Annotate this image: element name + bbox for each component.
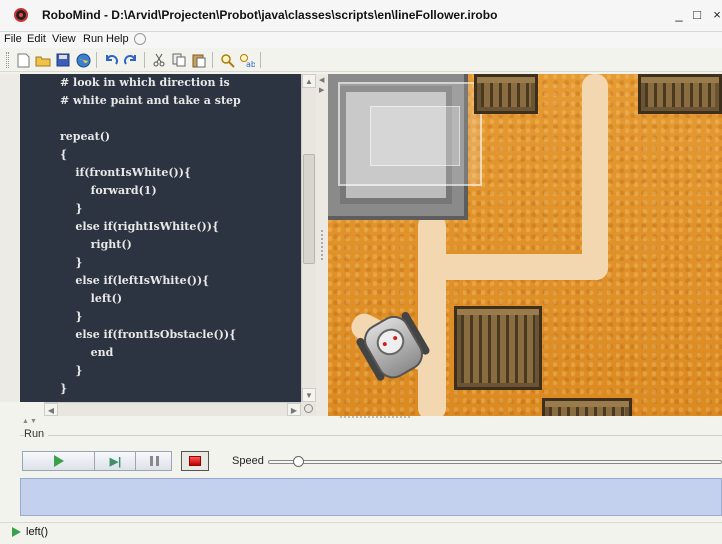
run-group-border xyxy=(20,435,722,436)
new-file-icon[interactable] xyxy=(14,51,32,69)
toolbar-separator xyxy=(212,52,213,68)
speed-slider[interactable] xyxy=(268,460,722,464)
step-button[interactable]: ▶| xyxy=(96,452,136,470)
play-icon xyxy=(53,455,64,467)
speed-label: Speed xyxy=(232,455,264,467)
run-panel-title: Run xyxy=(24,428,49,440)
code-line: { xyxy=(60,148,68,161)
wooden-crate xyxy=(542,398,632,416)
white-path xyxy=(418,254,608,280)
white-path xyxy=(582,74,608,280)
title-bar: RoboMind - D:\Arvid\Projecten\Probot\jav… xyxy=(0,0,722,32)
menu-bar: File Edit View Run Help xyxy=(0,32,722,48)
toolbar-separator xyxy=(144,52,145,68)
toolbar: ab xyxy=(0,48,722,72)
robomind-window: RoboMind - D:\Arvid\Projecten\Probot\jav… xyxy=(0,0,722,544)
menu-help[interactable]: Help xyxy=(106,33,129,45)
step-forward-icon: ▶| xyxy=(109,455,122,468)
scroll-thumb[interactable] xyxy=(303,154,315,264)
save-icon[interactable] xyxy=(54,51,72,69)
window-title: RoboMind - D:\Arvid\Projecten\Probot\jav… xyxy=(42,8,498,22)
robomind-logo-icon xyxy=(14,8,28,22)
code-line: else if(leftIsWhite()){ xyxy=(60,274,210,287)
undo-icon[interactable] xyxy=(102,51,120,69)
code-line: if(frontIsWhite()){ xyxy=(60,166,192,179)
splitter-grip xyxy=(321,230,323,260)
replace-icon[interactable]: ab xyxy=(238,51,256,69)
menu-run[interactable]: Run xyxy=(83,33,103,45)
wooden-crate xyxy=(454,306,542,390)
status-text: left() xyxy=(26,526,48,538)
open-folder-icon[interactable] xyxy=(34,51,52,69)
editor-zoom-icon[interactable] xyxy=(301,402,316,416)
close-button[interactable]: × xyxy=(708,6,722,24)
pause-icon xyxy=(149,456,159,466)
panel-divider[interactable]: ▲ ▼ xyxy=(20,418,722,426)
code-line: # white paint and take a step xyxy=(60,94,241,107)
scroll-right-arrow-icon[interactable]: ▶ xyxy=(287,403,301,416)
wooden-crate xyxy=(638,74,722,114)
code-line: right() xyxy=(60,238,132,251)
editor-vertical-scrollbar[interactable]: ▲ ▼ xyxy=(301,74,316,402)
wooden-crate xyxy=(474,74,538,114)
code-line: repeat() xyxy=(60,130,111,143)
toolbar-separator xyxy=(260,52,261,68)
code-line: left() xyxy=(60,292,123,305)
find-icon[interactable] xyxy=(218,51,236,69)
web-icon[interactable] xyxy=(74,51,92,69)
cut-icon[interactable] xyxy=(150,51,168,69)
stop-icon xyxy=(189,456,201,466)
copy-icon[interactable] xyxy=(170,51,188,69)
editor-horizontal-scrollbar[interactable]: ◀ ▶ xyxy=(44,402,301,416)
code-line: } xyxy=(60,382,68,395)
pane-splitter[interactable]: ◀ ▶ xyxy=(316,74,328,416)
stop-button[interactable] xyxy=(181,451,209,471)
collapse-up-icon[interactable]: ▲ xyxy=(22,418,29,425)
play-status-icon xyxy=(12,527,21,537)
robot-map-view[interactable] xyxy=(328,74,722,416)
collapse-right-icon[interactable]: ▶ xyxy=(319,86,324,94)
minimize-button[interactable]: _ xyxy=(670,6,688,24)
white-path xyxy=(418,214,446,416)
toolbar-grip[interactable] xyxy=(6,52,9,68)
code-line: } xyxy=(60,310,83,323)
code-line: else if(rightIsWhite()){ xyxy=(60,220,220,233)
speed-slider-knob[interactable] xyxy=(292,456,304,467)
collapse-left-icon[interactable]: ◀ xyxy=(319,76,324,84)
maximize-button[interactable]: □ xyxy=(688,6,706,24)
minimap-viewport[interactable] xyxy=(338,82,482,186)
redo-icon[interactable] xyxy=(122,51,140,69)
scroll-down-arrow-icon[interactable]: ▼ xyxy=(302,388,316,402)
play-button[interactable] xyxy=(23,452,95,470)
toolbar-separator xyxy=(96,52,97,68)
search-icon[interactable] xyxy=(134,33,146,45)
code-line: } xyxy=(60,364,83,377)
collapse-down-icon[interactable]: ▼ xyxy=(30,418,37,425)
svg-text:ab: ab xyxy=(246,60,255,68)
code-line: } xyxy=(60,256,83,269)
pause-button[interactable] xyxy=(137,452,171,470)
scroll-up-arrow-icon[interactable]: ▲ xyxy=(302,74,316,88)
code-line: forward(1) xyxy=(60,184,157,197)
code-line: } xyxy=(60,202,83,215)
scroll-left-arrow-icon[interactable]: ◀ xyxy=(44,403,58,416)
menu-edit[interactable]: Edit xyxy=(27,33,46,45)
message-output-area xyxy=(20,478,722,516)
code-line: else if(frontIsObstacle()){ xyxy=(60,328,237,341)
paste-icon[interactable] xyxy=(190,51,208,69)
code-line: end xyxy=(60,346,114,359)
menu-view[interactable]: View xyxy=(52,33,76,45)
menu-file[interactable]: File xyxy=(4,33,22,45)
run-controls: ▶| xyxy=(22,451,172,471)
code-line: # look in which direction is xyxy=(60,76,230,89)
status-bar xyxy=(0,522,722,544)
